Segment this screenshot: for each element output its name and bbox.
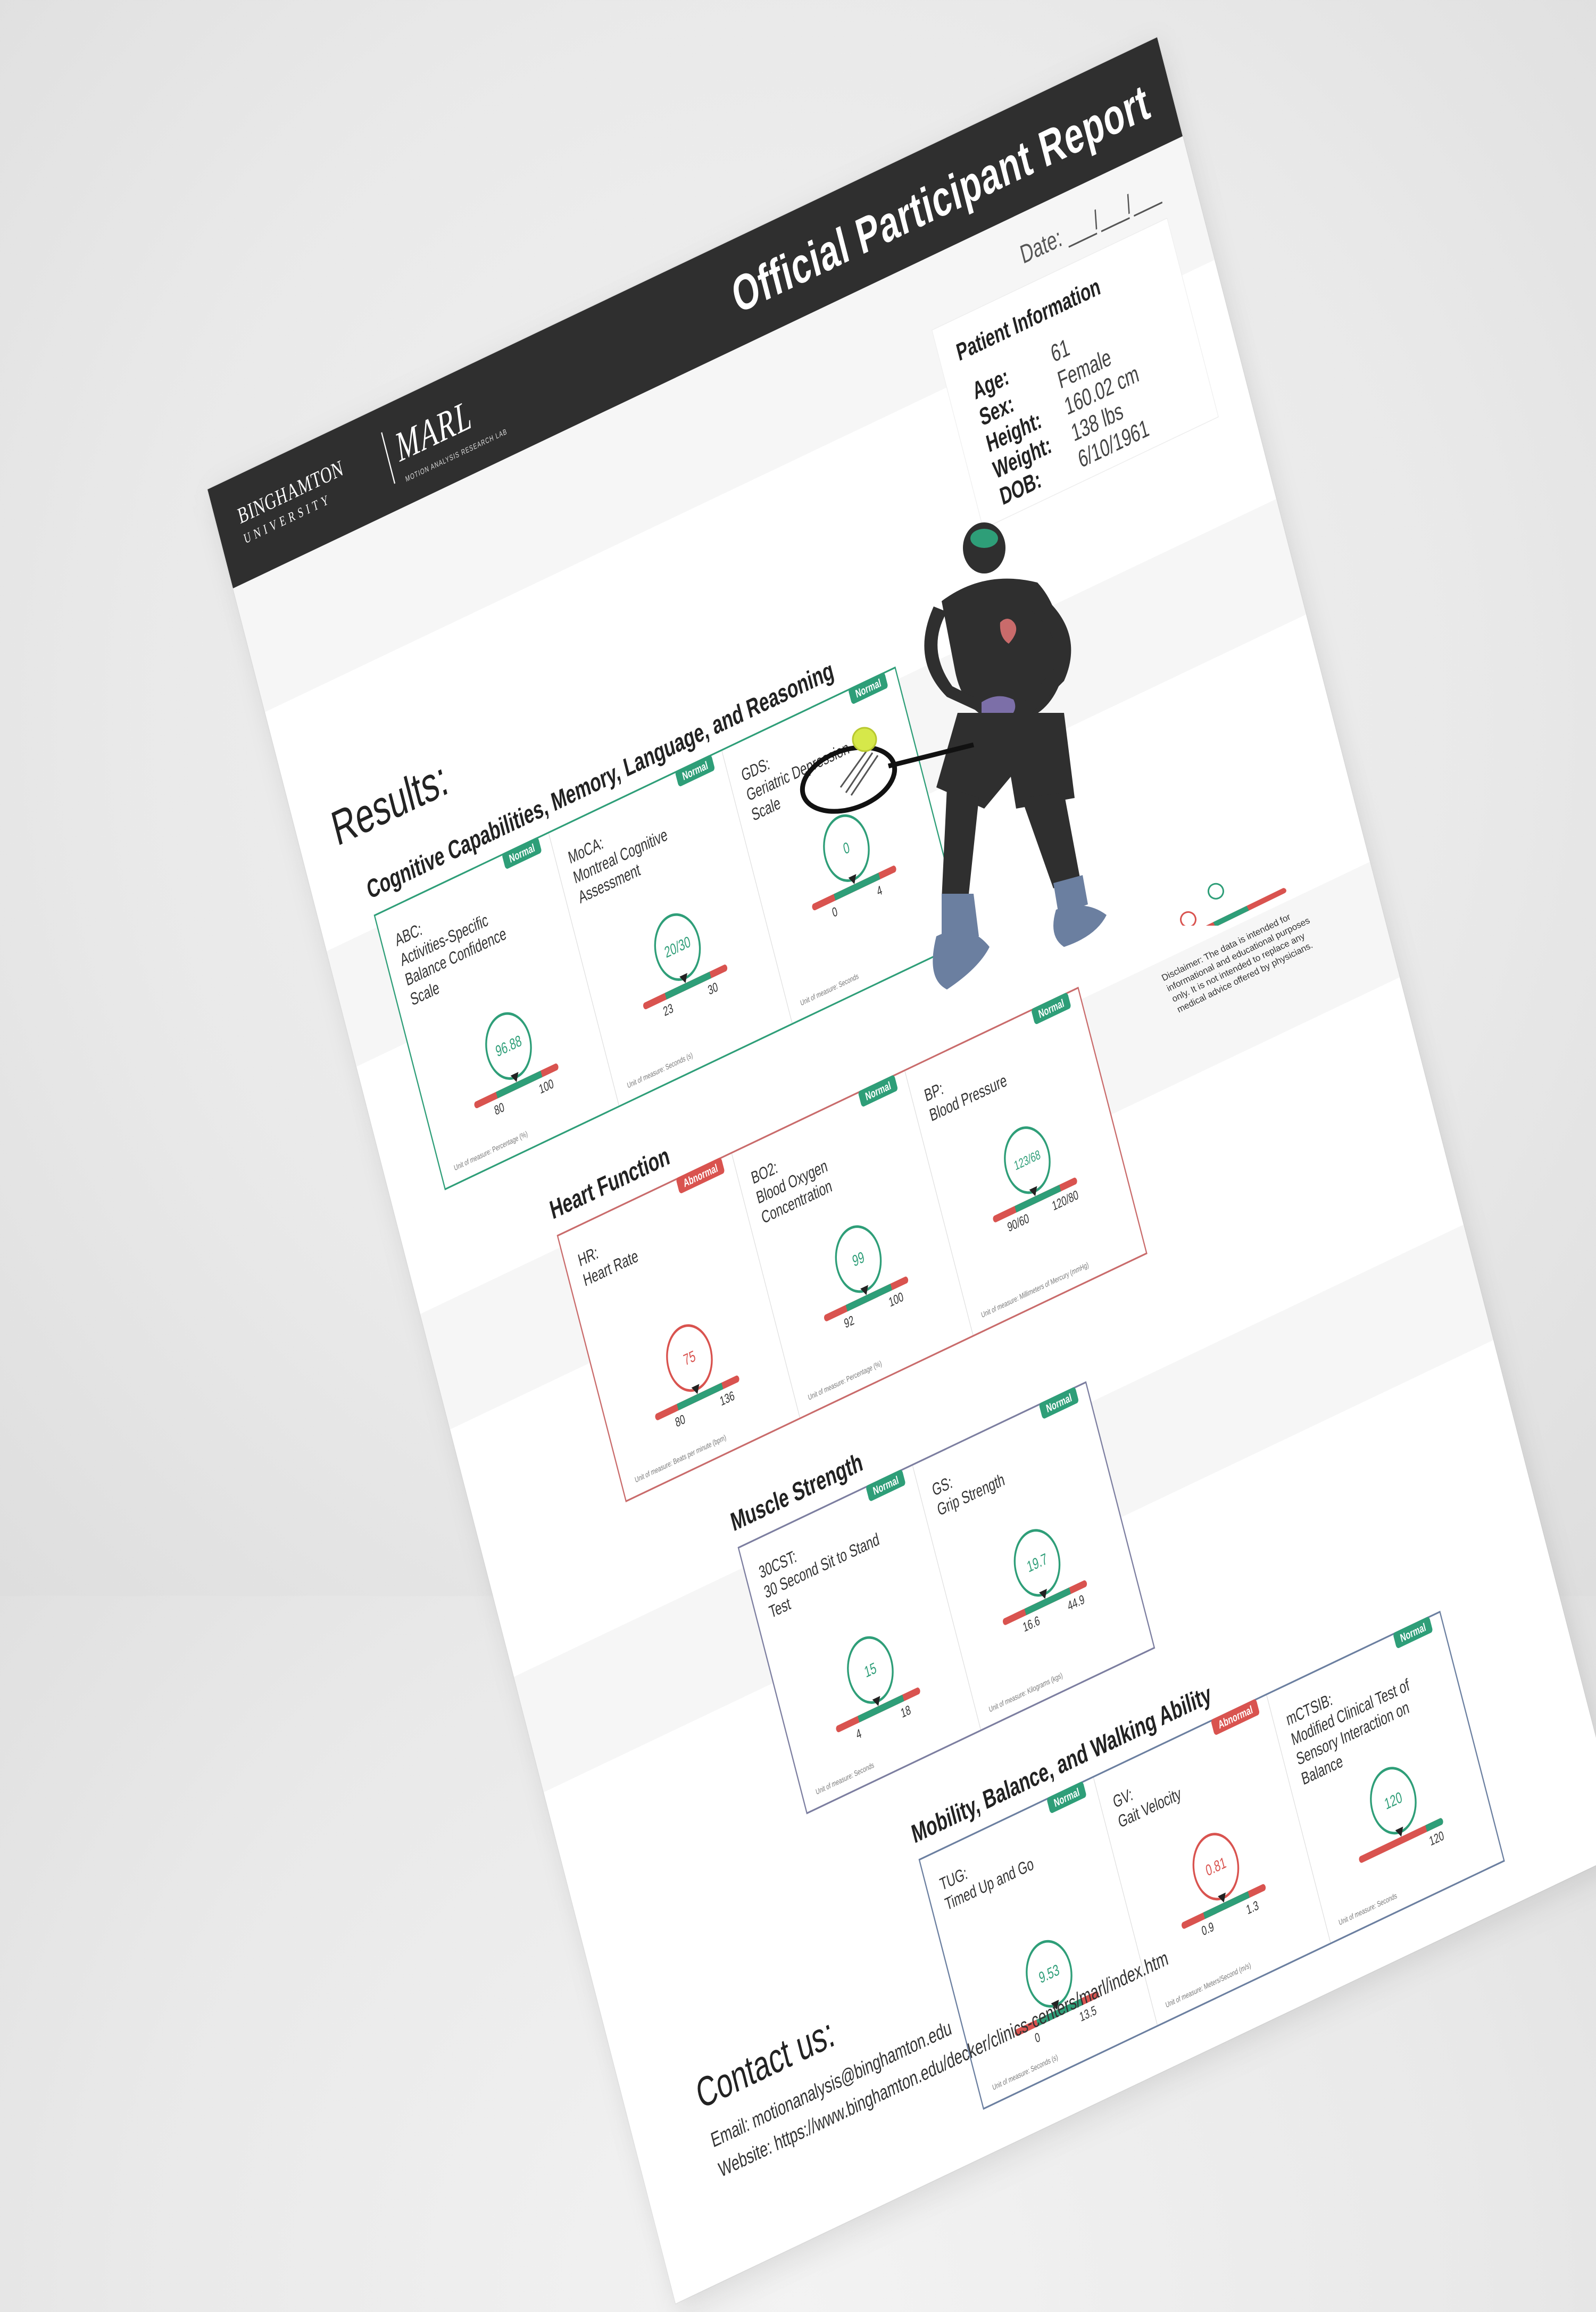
- metric-name: ABC: Activities-Specific Balance Confidenc…: [393, 911, 509, 1010]
- gauge-low: 80: [674, 1412, 687, 1431]
- gauge-low: 0.9: [1200, 1919, 1216, 1939]
- gauge-high: 18: [899, 1702, 912, 1721]
- motion-line: [845, 752, 874, 793]
- binghamton-logo: BINGHAMTON UNIVERSITY: [235, 455, 352, 552]
- gauge-high: 100: [887, 1290, 905, 1310]
- racket-handle: [887, 742, 975, 769]
- gauge-low: 80: [493, 1100, 506, 1119]
- metric-name: TUG: Timed Up and Go: [938, 1854, 1036, 1915]
- happy-face-icon: [1207, 883, 1224, 900]
- gauge-high: 30: [706, 979, 720, 999]
- gauge-low: 92: [843, 1313, 856, 1332]
- metric-name: GV: Gait Velocity: [1111, 1784, 1183, 1832]
- unit-of-measure: Unit of measure: Millimeters of Mercury …: [980, 1260, 1090, 1320]
- gauge: 19.7 16.6 44.9: [985, 1509, 1100, 1651]
- gauge-high: 136: [718, 1388, 736, 1409]
- unit-of-measure: Unit of measure: Kilograms (kgs): [988, 1670, 1063, 1714]
- unit-of-measure: Unit of measure: Seconds (s): [626, 1050, 694, 1090]
- shoe-left: [933, 930, 990, 989]
- gauge-low: 4: [854, 1726, 863, 1743]
- gauge: 0.81 0.9 1.3: [1163, 1813, 1278, 1955]
- logo-divider: [381, 432, 396, 484]
- metric-name: HR: Heart Rate: [576, 1243, 641, 1291]
- gauge: 123/68 90/60 120/80: [975, 1107, 1090, 1248]
- status-badge: Abnormal: [676, 1157, 725, 1194]
- gauge-high: 100: [537, 1076, 555, 1097]
- gauge: 96.88 80 100: [456, 992, 571, 1134]
- shoe-right: [1053, 905, 1107, 947]
- status-badge: Normal: [1046, 1781, 1087, 1814]
- marl-logo: MARL: [390, 392, 477, 471]
- metric-name: GS: Grip Strength: [930, 1470, 1007, 1520]
- unit-of-measure: Unit of measure: Percentage (%): [453, 1129, 529, 1172]
- gauge-high: 4: [875, 883, 884, 900]
- metric-name: MoCA: Montreal Cognitive Assessment: [566, 825, 670, 908]
- unit-of-measure: Unit of measure: Seconds: [814, 1760, 875, 1797]
- gauge-low: 0: [830, 904, 839, 921]
- sad-face-icon: [1179, 911, 1196, 926]
- gauge-high: 1.3: [1245, 1898, 1260, 1918]
- status-badge: Normal: [848, 671, 888, 705]
- report-sheet: BINGHAMTON UNIVERSITY MARL MOTION ANALYS…: [207, 37, 1596, 2303]
- legend-normal-range: [1213, 905, 1249, 926]
- status-badge: Normal: [1393, 1616, 1433, 1649]
- gauge: 75 80 136: [637, 1304, 752, 1446]
- gauge-low: 16.6: [1021, 1613, 1042, 1635]
- metric-name: BO2: Blood Oxygen Concentration: [749, 1157, 834, 1228]
- motion-line: [850, 755, 879, 796]
- racket-illustration: [800, 727, 975, 814]
- unit-of-measure: Unit of measure: Seconds: [799, 971, 860, 1008]
- scene: BINGHAMTON UNIVERSITY MARL MOTION ANALYS…: [0, 0, 1596, 2312]
- tennis-ball-icon: [852, 727, 877, 752]
- gauge: 20/30 23 30: [625, 893, 740, 1035]
- status-badge: Normal: [675, 754, 716, 787]
- gauge: 99 92 100: [806, 1205, 921, 1347]
- results-heading: Results:: [326, 750, 453, 856]
- unit-of-measure: Unit of measure: Beats per minute (bpm): [634, 1433, 727, 1485]
- status-badge: Normal: [502, 836, 542, 870]
- brain-icon: [970, 529, 998, 548]
- unit-of-measure: Unit of measure: Meters/Second (m/s): [1165, 1960, 1252, 2010]
- player-leg-right: [1021, 793, 1080, 888]
- gauge: 120 120: [1341, 1747, 1456, 1889]
- gauge-high: 120: [1428, 1828, 1446, 1849]
- metric-name: 30CST: 30 Second Sit to Stand Test: [757, 1530, 882, 1623]
- status-badge: Normal: [1038, 1386, 1079, 1420]
- unit-of-measure: Unit of measure: Percentage (%): [807, 1359, 883, 1402]
- status-badge: Normal: [866, 1469, 906, 1502]
- racket-head: [800, 745, 897, 814]
- gauge: 15 4 18: [818, 1616, 933, 1758]
- unit-of-measure: Unit of measure: Seconds: [1337, 1891, 1398, 1927]
- gauge-high: 44.9: [1066, 1592, 1086, 1614]
- gauge-low: 23: [662, 1001, 675, 1020]
- status-badge: Normal: [858, 1074, 899, 1108]
- status-badge: Abnormal: [1210, 1698, 1260, 1736]
